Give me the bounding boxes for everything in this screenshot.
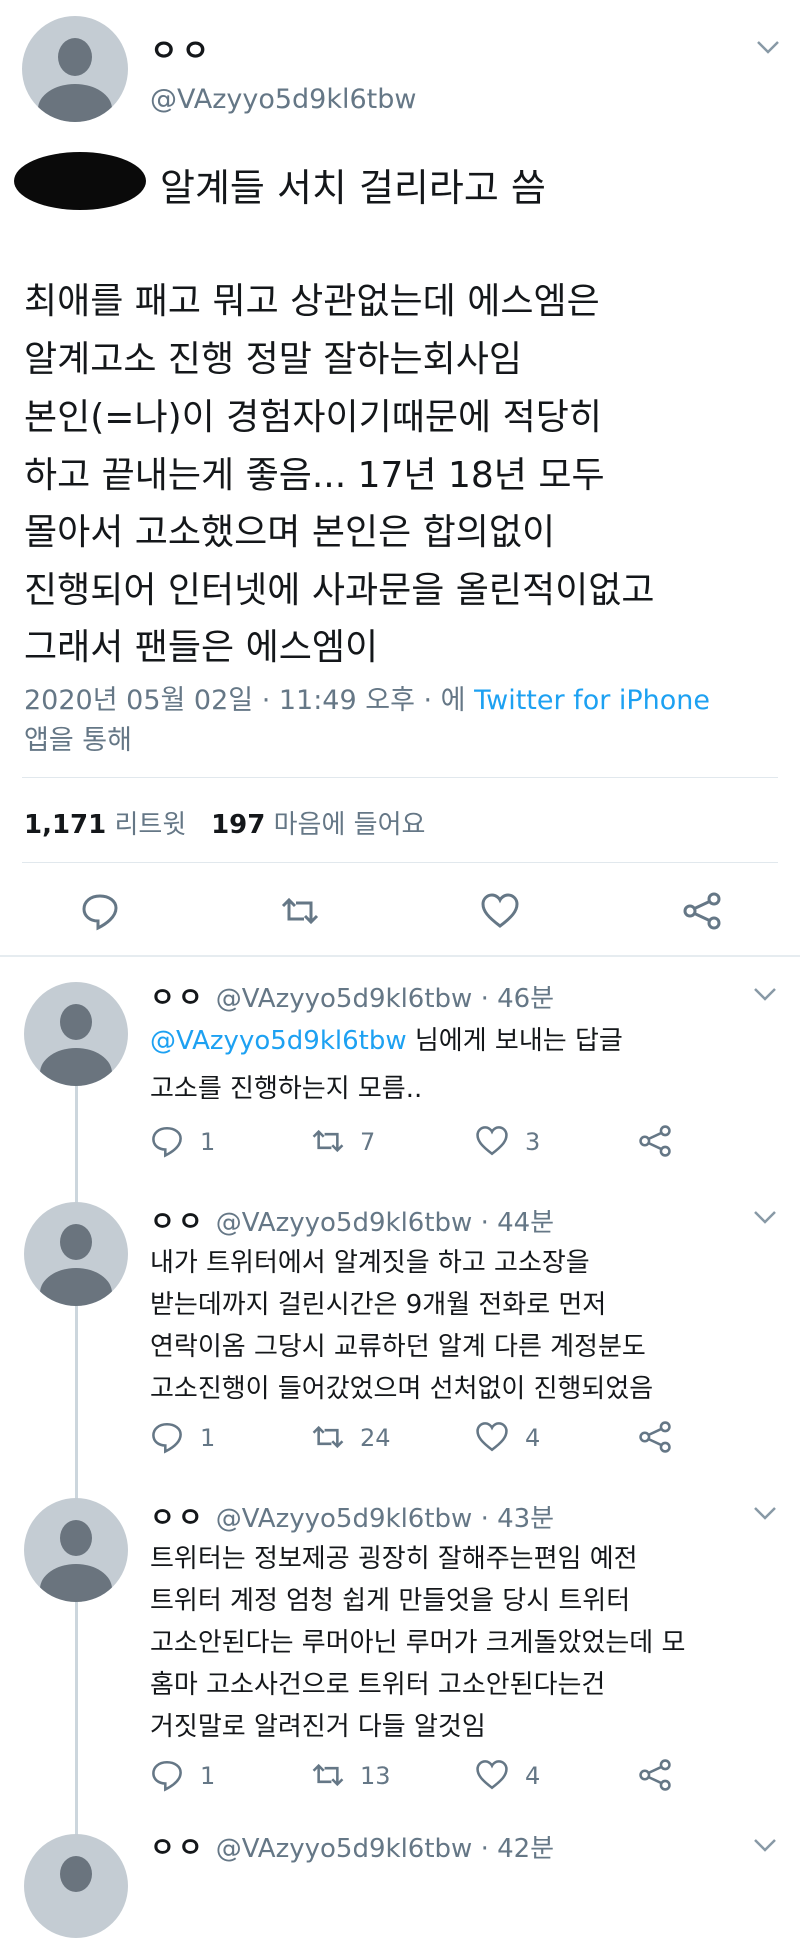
like-count: 4 — [525, 1762, 541, 1790]
chevron-down-icon[interactable] — [755, 38, 781, 56]
reply-text-line: 트위터는 정보제공 굉장히 잘해주는편임 예전 — [150, 1544, 638, 1574]
reply-handle-time[interactable]: @VAzyyo5d9kl6tbw · 43분 — [216, 1504, 554, 1534]
timestamp-text: 2020년 05월 02일 · 11:49 오후 · 에 — [24, 685, 475, 716]
tweet-text-line: 몰아서 고소했으며 본인은 합의없이 — [24, 512, 556, 553]
chevron-down-icon[interactable] — [752, 1836, 778, 1854]
reply-header: ㅇㅇ @VAzyyo5d9kl6tbw · 43분 — [150, 1496, 554, 1535]
share-icon[interactable] — [682, 891, 722, 931]
like-count[interactable]: 197 — [211, 810, 265, 840]
like-count: 4 — [525, 1424, 541, 1452]
reply-text-line: 거짓말로 알려진거 다들 알것임 — [150, 1712, 486, 1742]
author-name[interactable]: ㅇㅇ — [150, 26, 213, 70]
tweet-text-line: 진행되어 인터넷에 사과문을 올린적이없고 — [24, 570, 655, 611]
share-icon[interactable] — [638, 1758, 672, 1792]
retweet-icon[interactable] — [310, 1420, 346, 1454]
share-icon[interactable] — [638, 1124, 672, 1158]
avatar[interactable] — [24, 1498, 128, 1602]
reply-text-line: 홈마 고소사건으로 트위터 고소안된다는건 — [150, 1670, 606, 1700]
source-link[interactable]: Twitter for iPhone — [474, 685, 710, 716]
tweet-text-line: 하고 끝내는게 좋음... 17년 18년 모두 — [24, 455, 605, 496]
reply-text-line: 연락이옴 그당시 교류하던 알계 다른 계정분도 — [150, 1332, 646, 1362]
avatar[interactable] — [24, 1834, 128, 1938]
reply-author-name[interactable]: ㅇㅇ — [150, 1503, 206, 1534]
reply-text-line: 고소를 진행하는지 모름.. — [150, 1074, 423, 1104]
reply-header: ㅇㅇ @VAzyyo5d9kl6tbw · 42분 — [150, 1826, 554, 1865]
author-handle[interactable]: @VAzyyo5d9kl6tbw — [150, 84, 416, 115]
reply-handle-time[interactable]: @VAzyyo5d9kl6tbw · 46분 — [216, 984, 554, 1014]
retweet-count: 13 — [360, 1762, 391, 1790]
like-icon[interactable] — [475, 1124, 509, 1158]
retweet-label[interactable]: 리트윗 — [115, 810, 187, 840]
tweet-text-line: 최애를 패고 뭐고 상관없는데 에스엠은 — [24, 281, 600, 322]
reply-text-line: 고소안된다는 루머아닌 루머가 크게돌았었는데 모 — [150, 1628, 686, 1658]
retweet-count[interactable]: 1,171 — [24, 810, 106, 840]
like-icon[interactable] — [475, 1758, 509, 1792]
chevron-down-icon[interactable] — [752, 1504, 778, 1522]
section-divider — [0, 955, 800, 957]
redaction-mark — [14, 152, 146, 210]
like-icon[interactable] — [475, 1420, 509, 1454]
source-suffix: 앱을 통해 — [24, 725, 132, 756]
reply-count: 1 — [200, 1424, 216, 1452]
share-icon[interactable] — [638, 1420, 672, 1454]
reply-icon[interactable] — [150, 1124, 184, 1158]
like-label[interactable]: 마음에 들어요 — [274, 810, 426, 840]
retweet-icon[interactable] — [310, 1124, 346, 1158]
tweet-text-line: 그래서 팬들은 에스엠이 — [24, 627, 379, 668]
divider — [22, 862, 778, 863]
engagement-stats: 1,171 리트윗 197 마음에 들어요 — [24, 804, 425, 841]
reply-header: ㅇㅇ @VAzyyo5d9kl6tbw · 44분 — [150, 1200, 554, 1239]
avatar[interactable] — [24, 1202, 128, 1306]
replying-to-handle[interactable]: @VAzyyo5d9kl6tbw — [150, 1026, 407, 1056]
reply-author-name[interactable]: ㅇㅇ — [150, 983, 206, 1014]
reply-text-line: 트위터 계정 엄청 쉽게 만들엇을 당시 트위터 — [150, 1586, 631, 1616]
reply-header: ㅇㅇ @VAzyyo5d9kl6tbw · 46분 — [150, 976, 554, 1015]
like-count: 3 — [525, 1128, 541, 1156]
reply-handle-time[interactable]: @VAzyyo5d9kl6tbw · 42분 — [216, 1834, 554, 1864]
chevron-down-icon[interactable] — [752, 985, 778, 1003]
retweet-count: 24 — [360, 1424, 391, 1452]
divider — [22, 777, 778, 778]
tweet-text-line: 본인(=나)이 경험자이기때문에 적당히 — [24, 397, 602, 438]
tweet-timestamp: 2020년 05월 02일 · 11:49 오후 · 에 Twitter for… — [24, 678, 710, 717]
reply-icon[interactable] — [150, 1420, 184, 1454]
chevron-down-icon[interactable] — [752, 1208, 778, 1226]
retweet-count: 7 — [360, 1128, 376, 1156]
tweet-text-line: 알계고소 진행 정말 잘하는회사임 — [24, 339, 523, 380]
reply-count: 1 — [200, 1128, 216, 1156]
avatar[interactable] — [22, 16, 128, 122]
reply-author-name[interactable]: ㅇㅇ — [150, 1207, 206, 1238]
retweet-icon[interactable] — [310, 1758, 346, 1792]
avatar[interactable] — [24, 982, 128, 1086]
replying-to-suffix: 님에게 보내는 답글 — [406, 1026, 623, 1056]
reply-count: 1 — [200, 1762, 216, 1790]
replying-to: @VAzyyo5d9kl6tbw 님에게 보내는 답글 — [150, 1020, 623, 1057]
reply-handle-time[interactable]: @VAzyyo5d9kl6tbw · 44분 — [216, 1208, 554, 1238]
reply-text-line: 내가 트위터에서 알계짓을 하고 고소장을 — [150, 1248, 590, 1278]
reply-text-line: 받는데까지 걸린시간은 9개월 전화로 먼저 — [150, 1290, 607, 1320]
retweet-icon[interactable] — [280, 891, 320, 931]
reply-icon[interactable] — [80, 891, 120, 931]
like-icon[interactable] — [480, 891, 520, 931]
reply-text-line: 고소진행이 들어갔었으며 선처없이 진행되었음 — [150, 1374, 654, 1404]
tweet-caption: 알계들 서치 걸리라고 씀 — [160, 166, 546, 210]
reply-author-name[interactable]: ㅇㅇ — [150, 1833, 206, 1864]
reply-icon[interactable] — [150, 1758, 184, 1792]
